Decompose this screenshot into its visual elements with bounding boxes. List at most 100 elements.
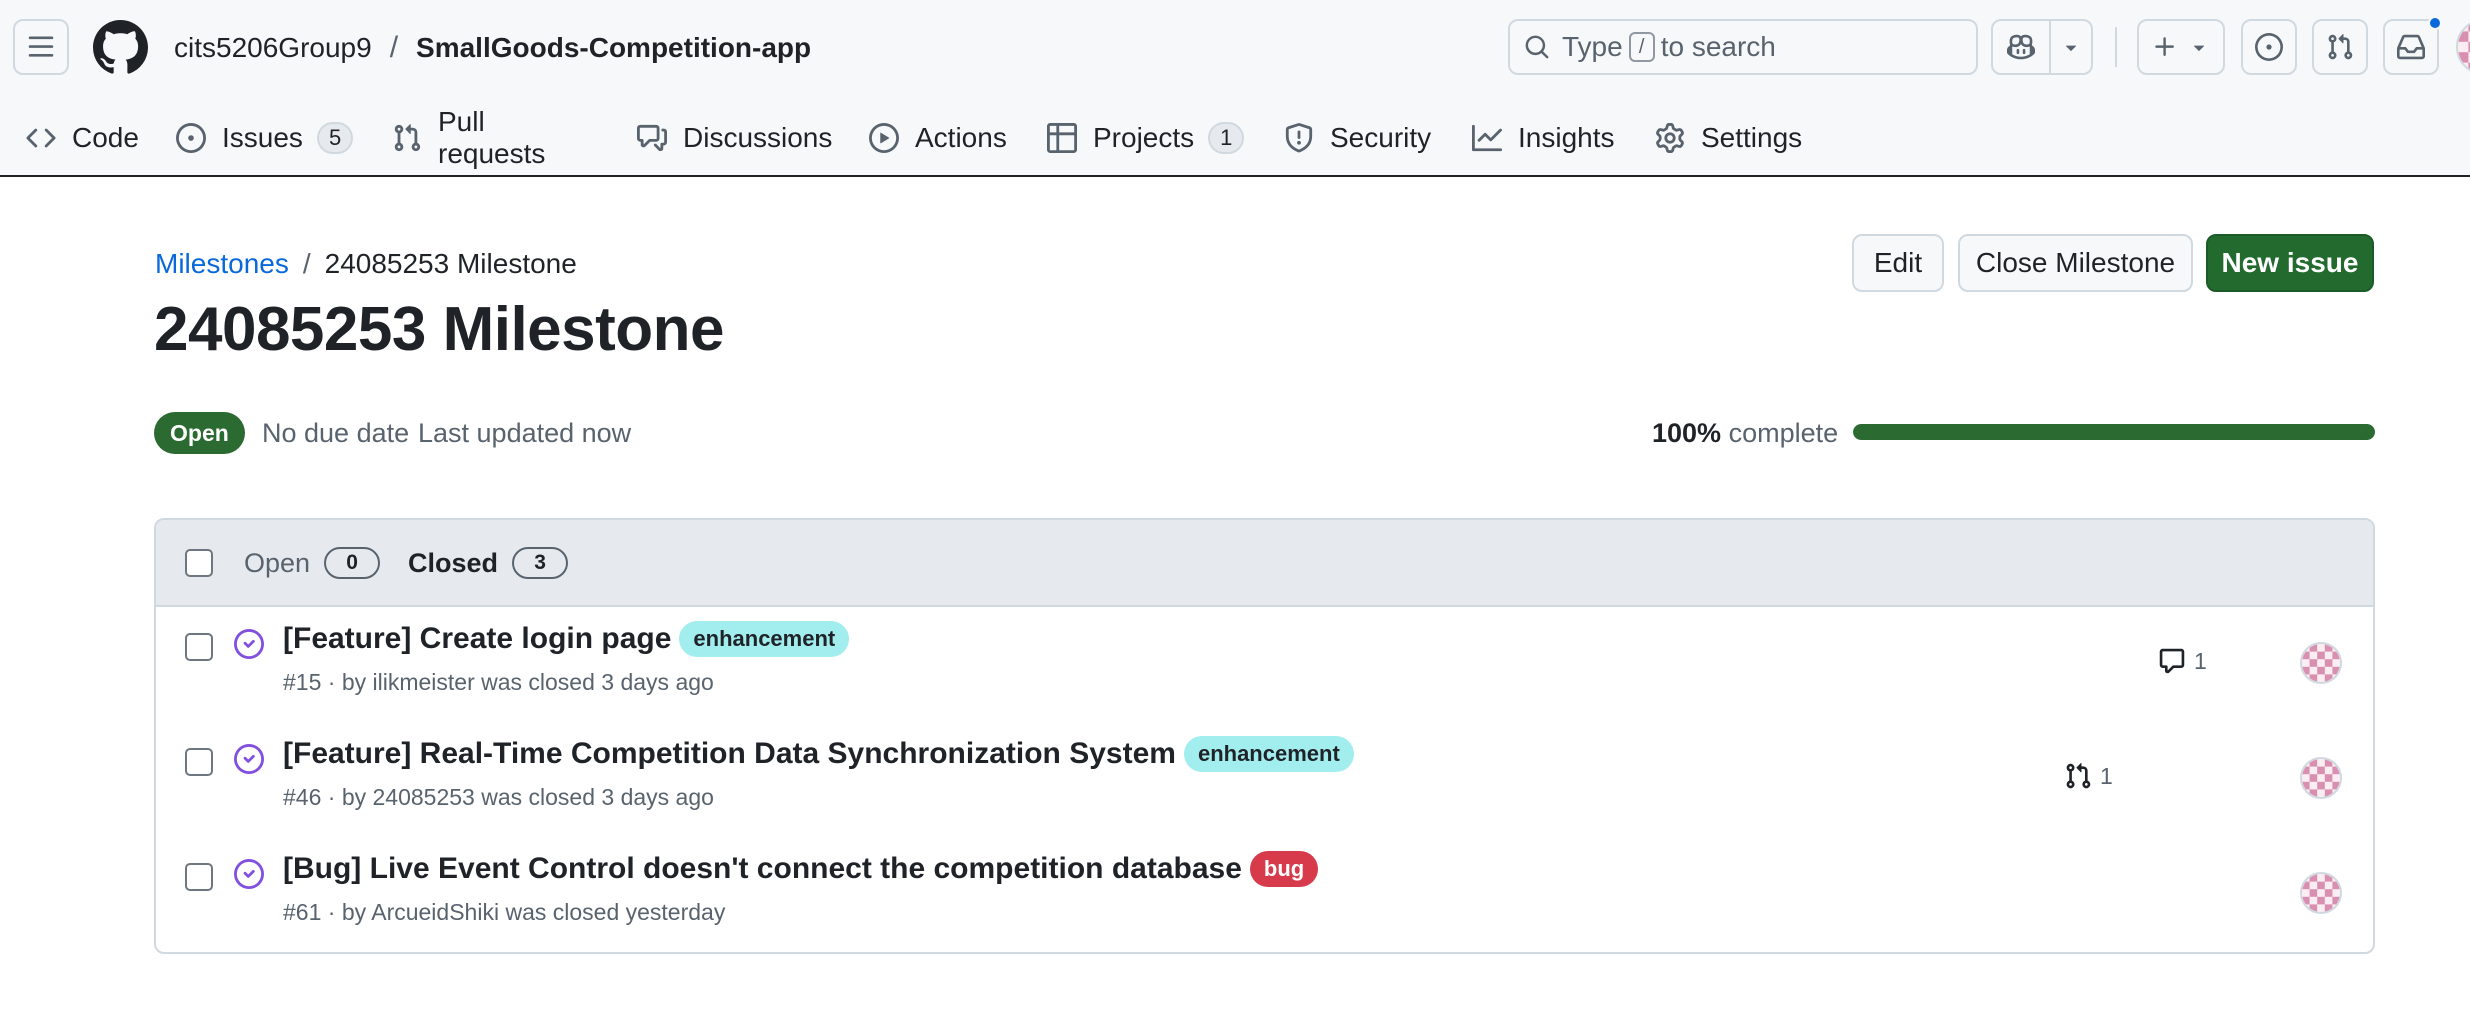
github-logo-icon[interactable] [93, 20, 148, 75]
issue-checkbox[interactable] [185, 748, 213, 776]
search-icon [1524, 34, 1550, 60]
completion-label: complete [1728, 418, 1839, 448]
linked-pr-count: 1 [2100, 762, 2113, 789]
tab-security-label: Security [1330, 122, 1432, 153]
open-count-badge: 0 [324, 547, 381, 579]
linked-pr-link[interactable]: 1 [2064, 762, 2113, 790]
menu-button[interactable] [13, 19, 69, 75]
gear-icon [1655, 123, 1701, 153]
issue-meta: #15 · by ilikmeister was closed 3 days a… [283, 669, 714, 695]
code-icon [26, 123, 72, 153]
user-avatar[interactable] [2456, 19, 2470, 75]
assignee-avatar[interactable] [2300, 757, 2342, 799]
search-shortcut-key: / [1628, 32, 1655, 62]
copilot-dropdown-button[interactable] [2051, 21, 2091, 73]
tab-projects[interactable]: Projects 1 [1047, 110, 1245, 166]
tab-code[interactable]: Code [26, 110, 139, 166]
issue-checkbox[interactable] [185, 633, 213, 661]
inbox-icon [2397, 33, 2425, 61]
issue-title-line: [Feature] Real-Time Competition Data Syn… [283, 736, 1354, 772]
page-title: 24085253 Milestone [154, 295, 725, 364]
tab-settings-label: Settings [1701, 122, 1803, 153]
issues-count-badge: 5 [316, 122, 354, 154]
issues-list-header: Open 0 Closed 3 [156, 520, 2373, 607]
assignee-avatar[interactable] [2300, 872, 2342, 914]
tab-settings[interactable]: Settings [1655, 110, 1802, 166]
tab-issues[interactable]: Issues 5 [176, 110, 354, 166]
progress-bar-fill [1853, 424, 2375, 440]
filter-open[interactable]: Open 0 [244, 544, 381, 582]
issue-title-link[interactable]: [Feature] Create login page [283, 622, 671, 656]
select-all-checkbox[interactable] [185, 549, 213, 577]
issue-title-line: [Feature] Create login page enhancement [283, 621, 850, 657]
filter-closed-label: Closed [408, 547, 499, 578]
git-pull-request-icon [392, 123, 438, 153]
search-suffix: to search [1660, 31, 1776, 62]
tab-code-label: Code [72, 122, 139, 153]
milestone-breadcrumb: Milestones / 24085253 Milestone [155, 248, 577, 280]
completion-percent: 100% [1652, 418, 1722, 448]
assignee-avatar[interactable] [2300, 642, 2342, 684]
issues-list: Open 0 Closed 3 [Feature] Create login p… [154, 518, 2375, 954]
triangle-down-icon [2188, 36, 2210, 58]
search-placeholder: Type / to search [1562, 31, 1776, 63]
issue-opened-icon [2255, 33, 2283, 61]
shield-icon [1284, 123, 1330, 153]
new-issue-button[interactable]: New issue [2206, 234, 2374, 292]
milestones-link[interactable]: Milestones [155, 248, 289, 280]
header-divider [2115, 27, 2117, 67]
tab-insights[interactable]: Insights [1472, 110, 1615, 166]
repo-breadcrumb: cits5206Group9 / SmallGoods-Competition-… [174, 28, 811, 68]
git-pull-request-icon [2064, 762, 2092, 790]
repo-owner-link[interactable]: cits5206Group9 [174, 32, 372, 64]
issues-shortcut-button[interactable] [2241, 19, 2297, 75]
hamburger-icon [27, 33, 55, 61]
list-item: [Feature] Real-Time Competition Data Syn… [156, 722, 2373, 837]
status-badge: Open [154, 412, 245, 454]
issue-meta: #46 · by 24085253 was closed 3 days ago [283, 784, 714, 810]
tab-security[interactable]: Security [1284, 110, 1431, 166]
edit-button[interactable]: Edit [1852, 234, 1944, 292]
tab-discussions[interactable]: Discussions [637, 110, 832, 166]
label-enhancement[interactable]: enhancement [1183, 736, 1354, 772]
tab-pull-requests-label: Pull requests [438, 106, 546, 169]
breadcrumb-separator: / [389, 31, 399, 64]
tab-actions[interactable]: Actions [869, 110, 1007, 166]
progress-bar [1853, 424, 2375, 440]
issue-closed-icon [234, 629, 264, 659]
breadcrumb-current: 24085253 Milestone [324, 248, 577, 279]
issue-title-line: [Bug] Live Event Control doesn't connect… [283, 851, 1319, 887]
issue-meta: #61 · by ArcueidShiki was closed yesterd… [283, 899, 726, 925]
graph-icon [1472, 123, 1518, 153]
filter-open-label: Open [244, 547, 311, 578]
due-date-text: No due date [262, 418, 410, 448]
issue-closed-icon [234, 744, 264, 774]
comment-icon [2158, 647, 2186, 675]
create-new-button[interactable] [2137, 19, 2225, 75]
app-header: cits5206Group9 / SmallGoods-Competition-… [0, 0, 2470, 177]
repo-name-link[interactable]: SmallGoods-Competition-app [416, 32, 811, 64]
tab-pull-requests[interactable]: Pull requests [392, 106, 545, 169]
notification-indicator [2428, 16, 2442, 30]
tab-discussions-label: Discussions [683, 122, 833, 153]
close-milestone-button[interactable]: Close Milestone [1958, 234, 2193, 292]
plus-icon [2152, 34, 2178, 60]
issue-checkbox[interactable] [185, 863, 213, 891]
pull-requests-shortcut-button[interactable] [2312, 19, 2368, 75]
comments-link[interactable]: 1 [2158, 647, 2207, 675]
issue-opened-icon [176, 123, 222, 153]
issue-title-link[interactable]: [Bug] Live Event Control doesn't connect… [283, 852, 1242, 886]
filter-closed[interactable]: Closed 3 [408, 544, 569, 582]
git-pull-request-icon [2326, 33, 2354, 61]
copilot-icon [2007, 33, 2035, 61]
label-enhancement[interactable]: enhancement [679, 621, 850, 657]
search-input[interactable]: Type / to search [1508, 19, 1978, 75]
copilot-button-group [1991, 19, 2093, 75]
issue-closed-icon [234, 859, 264, 889]
issue-title-link[interactable]: [Feature] Real-Time Competition Data Syn… [283, 737, 1176, 771]
tab-issues-label: Issues [222, 122, 303, 153]
copilot-button[interactable] [1993, 21, 2051, 73]
comments-count: 1 [2194, 647, 2207, 674]
list-item: [Bug] Live Event Control doesn't connect… [156, 837, 2373, 952]
label-bug[interactable]: bug [1249, 851, 1319, 887]
